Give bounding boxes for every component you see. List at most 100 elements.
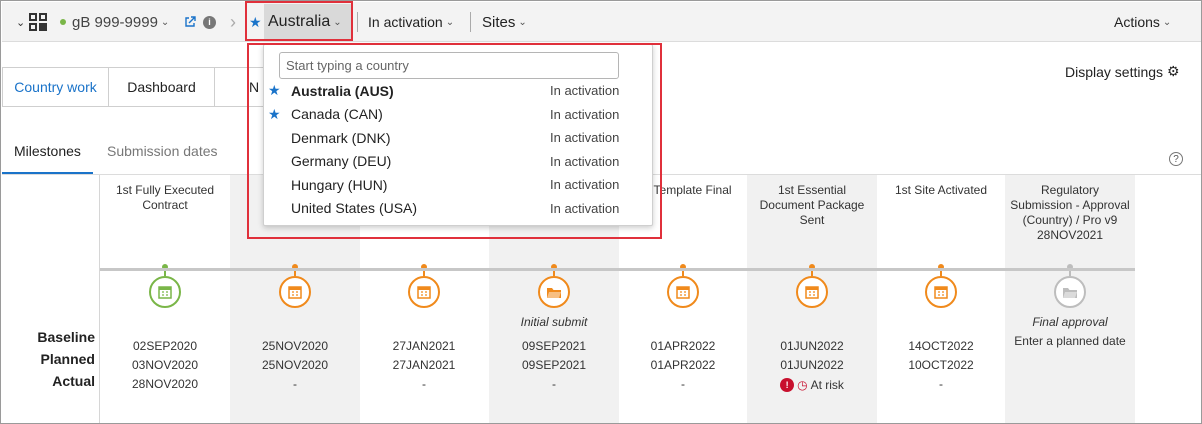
milestone-actual: - xyxy=(552,377,556,391)
star-icon: ★ xyxy=(249,13,262,30)
milestone-actual: 28NOV2020 xyxy=(131,377,199,391)
chevron-down-icon: ⌄ xyxy=(445,16,455,28)
folder-icon[interactable] xyxy=(1054,276,1086,308)
milestone-baseline: 27JAN2021 xyxy=(392,339,456,353)
milestone-planned: 09SEP2021 xyxy=(521,358,587,372)
tab-milestones[interactable]: Milestones xyxy=(2,129,93,175)
status-dot-icon xyxy=(60,19,66,25)
country-option-name: United States (USA) xyxy=(291,200,418,216)
chevron-down-icon: ⌄ xyxy=(1162,16,1172,28)
milestone-planned: 01APR2022 xyxy=(650,358,716,372)
calendar-icon[interactable] xyxy=(279,276,311,308)
app-frame: ⌄ gB 999-9999 ⌄ i › Australia ⌄ ★ In act… xyxy=(0,0,1202,424)
chevron-down-icon: ⌄ xyxy=(160,16,170,28)
milestone-header: 1st Site Activated xyxy=(894,183,988,197)
tab-submission-dates[interactable]: Submission dates xyxy=(107,129,218,173)
display-settings-button[interactable]: Display settings ⚙ xyxy=(1065,63,1180,80)
folder-icon[interactable] xyxy=(538,276,570,308)
country-option-name: Australia (AUS) xyxy=(291,82,394,99)
country-option-name: Denmark (DNK) xyxy=(291,129,391,146)
info-icon[interactable]: i xyxy=(203,2,216,42)
breadcrumb-separator-icon: › xyxy=(230,11,236,32)
calendar-icon[interactable] xyxy=(667,276,699,308)
grid-menu-icon xyxy=(29,13,48,31)
chevron-down-icon: ⌄ xyxy=(518,16,527,28)
milestone-baseline: 01JUN2022 xyxy=(780,339,844,353)
app-switcher[interactable]: ⌄ xyxy=(16,2,48,42)
calendar-icon[interactable] xyxy=(796,276,828,308)
milestone-baseline: Enter a planned date xyxy=(1014,334,1126,348)
milestone-actual: - xyxy=(422,377,426,391)
country-option-status: In activation xyxy=(550,200,620,216)
country-option-status: In activation xyxy=(550,130,620,145)
milestone-baseline: 14OCT2022 xyxy=(908,339,974,353)
calendar-icon[interactable] xyxy=(925,276,957,308)
country-option[interactable]: ★ Canada (CAN) In activation xyxy=(264,103,652,126)
milestone-header: 1st Fully Executed Contract xyxy=(115,183,215,212)
help-icon[interactable]: ? xyxy=(1169,152,1183,166)
milestone-header: 1st Essential Document Package Sent xyxy=(759,183,865,227)
main-tabs: Country work Dashboard N xyxy=(2,67,275,107)
chevron-down-icon: ⌄ xyxy=(333,16,342,28)
actions-menu[interactable]: Actions ⌄ xyxy=(1114,2,1171,42)
country-option-name: Canada (CAN) xyxy=(291,106,383,122)
country-dropdown: ★ Australia (AUS) In activation ★ Canada (CA… xyxy=(263,44,653,226)
milestone-actual: - xyxy=(681,377,685,391)
at-risk-indicator: ! ◷ At risk xyxy=(780,378,844,392)
country-selector-label: Australia xyxy=(268,13,331,30)
calendar-icon[interactable] xyxy=(149,276,181,308)
country-option-name: Germany (DEU) xyxy=(291,153,392,169)
display-settings-label: Display settings xyxy=(1065,63,1164,80)
clock-icon: ◷ xyxy=(797,378,808,392)
country-selector[interactable]: Australia ⌄ xyxy=(264,4,352,40)
calendar-icon[interactable] xyxy=(408,276,440,308)
status-filter-label: In activation xyxy=(368,14,443,30)
country-option[interactable]: Hungary (HUN) In activation xyxy=(264,173,652,196)
sites-menu[interactable]: Sites ⌄ xyxy=(482,2,527,42)
milestone-note: Final approval xyxy=(1032,315,1108,329)
country-option-status: In activation xyxy=(550,177,620,192)
milestone-planned: 27JAN2021 xyxy=(392,358,456,372)
country-option[interactable]: United States (USA) In activation xyxy=(264,197,652,220)
milestone-baseline: 01APR2022 xyxy=(650,339,716,353)
country-search-input[interactable] xyxy=(279,52,619,79)
milestone-note: Initial submit xyxy=(520,315,588,329)
milestone-baseline: 25NOV2020 xyxy=(261,339,329,353)
row-label-planned: Planned xyxy=(40,351,95,367)
country-option-status: In activation xyxy=(550,83,620,98)
milestone-planned: 25NOV2020 xyxy=(261,358,329,372)
row-label-column: Baseline Planned Actual xyxy=(2,175,100,423)
at-risk-label: At risk xyxy=(810,378,844,392)
divider xyxy=(470,12,471,32)
milestone-actual: - xyxy=(939,377,943,391)
milestone-header: Regulatory Submission - Approval (Countr… xyxy=(1010,183,1130,242)
row-label-baseline: Baseline xyxy=(37,329,95,345)
row-label-actual: Actual xyxy=(52,373,95,389)
timeline-track xyxy=(100,268,1135,271)
star-icon[interactable]: ★ xyxy=(268,106,281,123)
tab-dashboard[interactable]: Dashboard xyxy=(109,67,215,107)
milestone-planned: 10OCT2022 xyxy=(908,358,974,372)
milestone-planned: 03NOV2020 xyxy=(131,358,199,372)
top-bar: ⌄ gB 999-9999 ⌄ i › Australia ⌄ ★ In act… xyxy=(2,2,1201,42)
study-selector[interactable]: gB 999-9999 ⌄ xyxy=(60,2,169,42)
milestone-planned: 01JUN2022 xyxy=(780,358,844,372)
milestone-actual: - xyxy=(293,377,297,391)
country-option[interactable]: Germany (DEU) In activation xyxy=(264,150,652,173)
divider xyxy=(357,12,358,32)
status-filter[interactable]: In activation ⌄ xyxy=(368,2,454,42)
tab-country-work[interactable]: Country work xyxy=(2,67,109,107)
external-link-icon[interactable] xyxy=(184,2,196,42)
country-option-status: In activation xyxy=(550,106,620,122)
actions-label: Actions xyxy=(1114,14,1160,30)
alert-icon: ! xyxy=(780,378,795,392)
sites-label: Sites xyxy=(482,13,516,31)
country-option-status: In activation xyxy=(550,153,620,169)
gear-icon: ⚙ xyxy=(1167,63,1180,79)
country-option[interactable]: ★ Australia (AUS) In activation xyxy=(264,79,652,102)
study-code: gB 999-9999 xyxy=(72,13,158,31)
milestone-baseline: 09SEP2021 xyxy=(521,339,587,353)
star-icon[interactable]: ★ xyxy=(268,82,281,99)
country-option[interactable]: Denmark (DNK) In activation xyxy=(264,126,652,149)
chevron-down-icon: ⌄ xyxy=(16,16,26,29)
